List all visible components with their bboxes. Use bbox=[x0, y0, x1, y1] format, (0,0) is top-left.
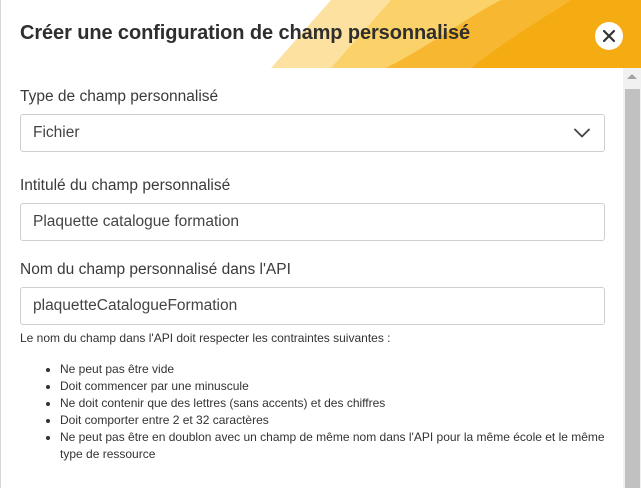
scrollbar-thumb[interactable] bbox=[625, 89, 640, 488]
list-item: Ne peut pas être vide bbox=[60, 361, 620, 378]
api-name-help-text: Le nom du champ dans l'API doit respecte… bbox=[20, 331, 391, 345]
api-name-rules-list: Ne peut pas être vide Doit commencer par… bbox=[41, 361, 620, 463]
close-button[interactable] bbox=[595, 22, 623, 50]
custom-field-dialog: Créer une configuration de champ personn… bbox=[0, 0, 641, 488]
field-label-label: Intitulé du champ personnalisé bbox=[20, 177, 231, 194]
field-type-label: Type de champ personnalisé bbox=[20, 88, 219, 105]
api-name-input[interactable] bbox=[20, 287, 605, 325]
api-name-label: Nom du champ personnalisé dans l'API bbox=[20, 261, 291, 278]
field-label-input[interactable] bbox=[20, 203, 605, 241]
list-item: Ne peut pas être en doublon avec un cham… bbox=[60, 429, 620, 463]
field-type-value: Fichier bbox=[33, 124, 80, 141]
dialog-body: Type de champ personnalisé Fichier Intit… bbox=[1, 68, 623, 488]
field-type-select[interactable]: Fichier bbox=[20, 114, 605, 152]
list-item: Ne doit contenir que des lettres (sans a… bbox=[60, 395, 620, 412]
list-item: Doit comporter entre 2 et 32 caractères bbox=[60, 412, 620, 429]
scrollbar[interactable] bbox=[623, 68, 641, 488]
dialog-header: Créer une configuration de champ personn… bbox=[1, 0, 641, 68]
list-item: Doit commencer par une minuscule bbox=[60, 378, 620, 395]
chevron-down-icon bbox=[574, 128, 590, 138]
dialog-title: Créer une configuration de champ personn… bbox=[20, 22, 471, 44]
close-icon bbox=[602, 29, 616, 43]
scroll-up-arrow-icon[interactable] bbox=[627, 74, 637, 79]
